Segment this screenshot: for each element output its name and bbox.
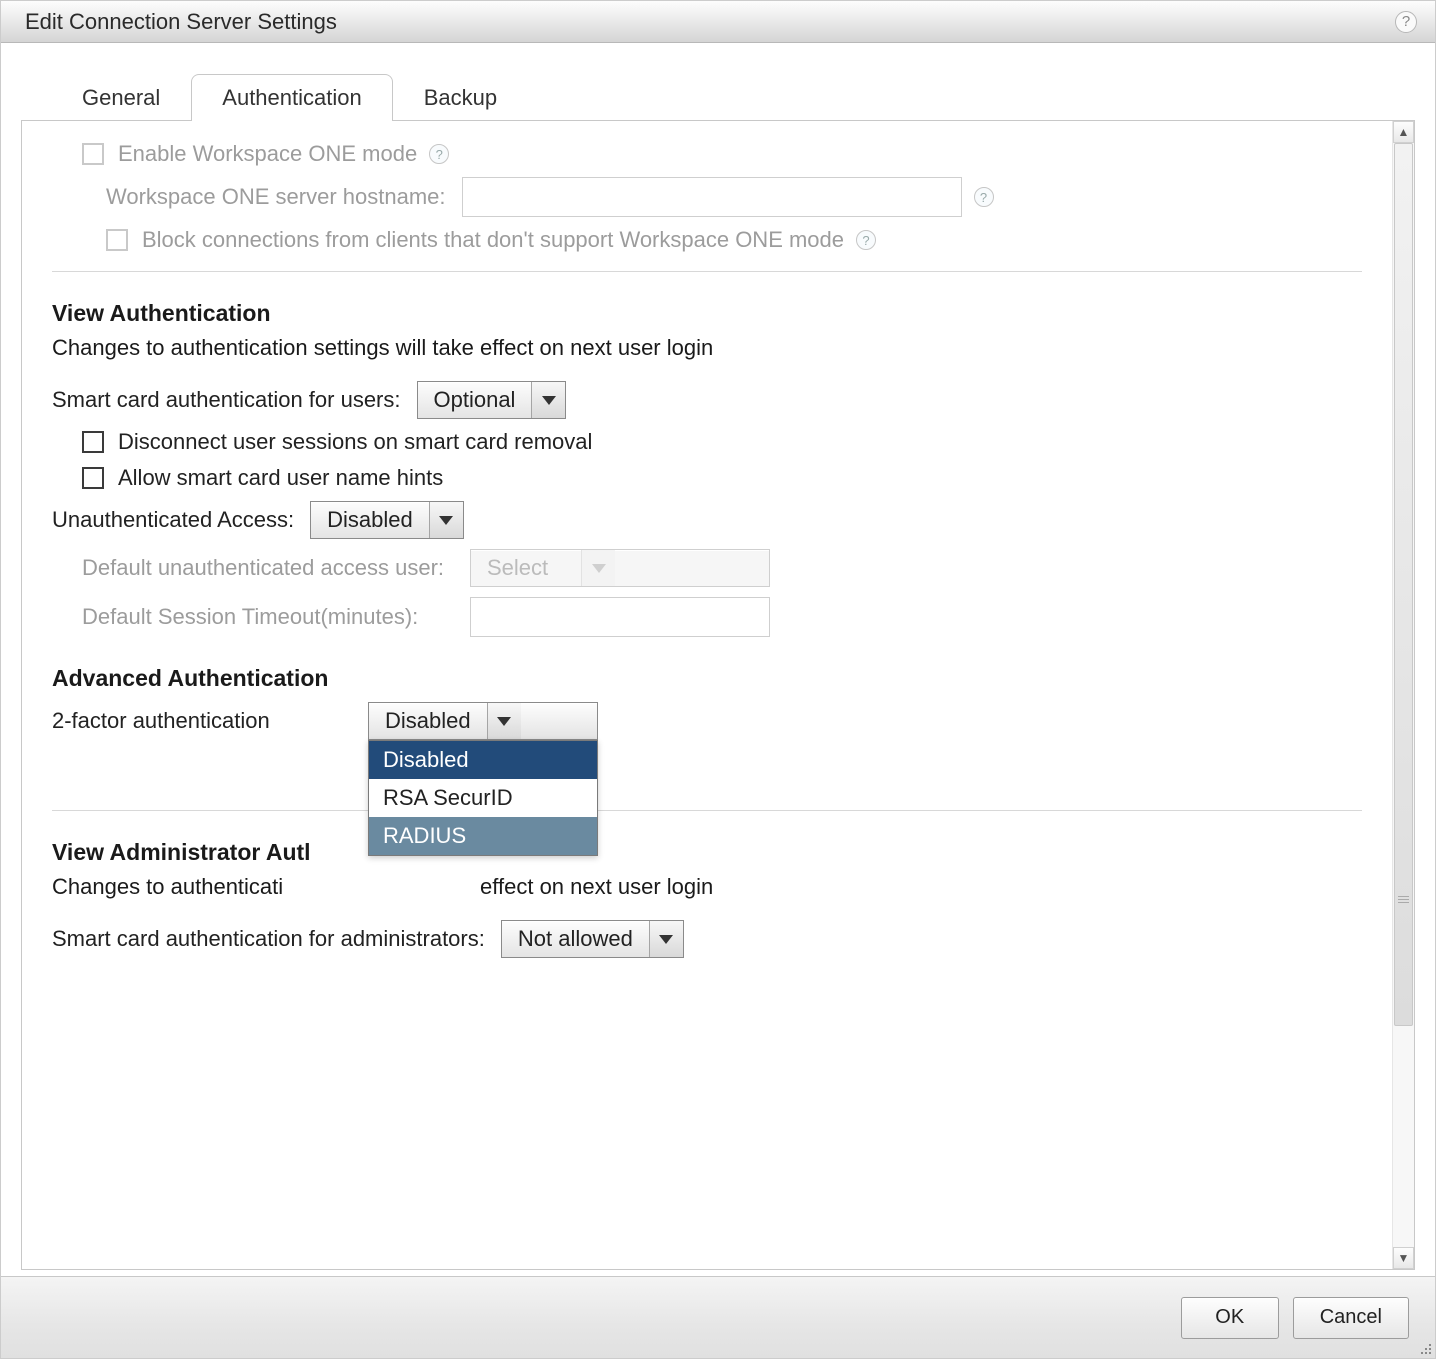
default-unauth-user-value: Select — [471, 550, 581, 586]
smartcard-admins-label: Smart card authentication for administra… — [52, 926, 485, 952]
block-unsupported-clients-label: Block connections from clients that don'… — [142, 227, 844, 253]
chevron-down-icon — [649, 921, 683, 957]
two-factor-auth-dropdown: Disabled RSA SecurID RADIUS — [368, 740, 598, 856]
tab-strip: General Authentication Backup — [1, 43, 1435, 120]
titlebar: Edit Connection Server Settings ? — [1, 1, 1435, 43]
cancel-button[interactable]: Cancel — [1293, 1297, 1409, 1339]
workspace-one-hostname-input — [462, 177, 962, 217]
unauthenticated-access-details: Default unauthenticated access user: Sel… — [52, 549, 1362, 637]
unauthenticated-access-select[interactable]: Disabled — [310, 501, 464, 539]
two-factor-auth-select[interactable]: Disabled — [368, 702, 598, 740]
chevron-down-icon — [531, 382, 565, 418]
view-authentication-heading: View Authentication — [52, 300, 1362, 327]
default-unauth-user-label: Default unauthenticated access user: — [82, 555, 462, 581]
ok-button[interactable]: OK — [1181, 1297, 1279, 1339]
help-icon[interactable]: ? — [974, 187, 994, 207]
resize-grip-icon[interactable] — [1417, 1340, 1433, 1356]
panel-frame: Enable Workspace ONE mode ? Workspace ON… — [21, 120, 1415, 1270]
view-administrator-auth-heading-visible: View Administrator Autl — [52, 839, 311, 865]
two-factor-option-radius[interactable]: RADIUS — [369, 817, 597, 855]
dialog-footer: OK Cancel — [1, 1276, 1435, 1358]
checkbox-icon — [106, 229, 128, 251]
help-icon[interactable]: ? — [1395, 11, 1417, 33]
admin-subtitle-left: Changes to authenticati — [52, 874, 283, 899]
view-authentication-subtitle: Changes to authentication settings will … — [52, 335, 1362, 361]
smartcard-admins-select[interactable]: Not allowed — [501, 920, 684, 958]
divider — [52, 271, 1362, 272]
smartcard-username-hints-label: Allow smart card user name hints — [118, 465, 443, 491]
smartcard-admins-value: Not allowed — [502, 921, 649, 957]
block-unsupported-clients-checkbox: Block connections from clients that don'… — [106, 227, 844, 253]
smartcard-username-hints-checkbox[interactable]: Allow smart card user name hints — [82, 465, 443, 491]
enable-workspace-one-label: Enable Workspace ONE mode — [118, 141, 417, 167]
vertical-scrollbar[interactable]: ▲ ▼ — [1392, 121, 1414, 1269]
tab-general[interactable]: General — [51, 74, 191, 121]
help-icon[interactable]: ? — [856, 230, 876, 250]
window-title: Edit Connection Server Settings — [25, 9, 337, 35]
unauthenticated-access-label: Unauthenticated Access: — [52, 507, 294, 533]
advanced-authentication-heading: Advanced Authentication — [52, 665, 1362, 692]
two-factor-auth-area: Disabled Disabled RSA SecurID RADIUS — [368, 702, 598, 740]
smartcard-users-value: Optional — [418, 382, 532, 418]
default-session-timeout-input — [470, 597, 770, 637]
two-factor-option-disabled[interactable]: Disabled — [369, 741, 597, 779]
enable-workspace-one-checkbox: Enable Workspace ONE mode — [82, 141, 417, 167]
two-factor-option-rsa-securid[interactable]: RSA SecurID — [369, 779, 597, 817]
disconnect-on-card-removal-label: Disconnect user sessions on smart card r… — [118, 429, 592, 455]
admin-subtitle-right: effect on next user login — [474, 874, 713, 899]
two-factor-auth-label: 2-factor authentication — [52, 708, 352, 734]
checkbox-icon — [82, 467, 104, 489]
scroll-down-arrow-icon[interactable]: ▼ — [1393, 1247, 1414, 1269]
workspace-one-section: Enable Workspace ONE mode ? Workspace ON… — [52, 141, 1362, 253]
chevron-down-icon — [487, 703, 521, 739]
scroll-up-arrow-icon[interactable]: ▲ — [1393, 121, 1414, 143]
tab-authentication[interactable]: Authentication — [191, 74, 392, 121]
authentication-panel: Enable Workspace ONE mode ? Workspace ON… — [22, 121, 1392, 1269]
default-unauth-user-select: Select — [470, 549, 770, 587]
chevron-down-icon — [429, 502, 463, 538]
divider — [52, 810, 1362, 811]
smartcard-users-select[interactable]: Optional — [417, 381, 567, 419]
chevron-down-icon — [581, 550, 615, 586]
unauthenticated-access-value: Disabled — [311, 502, 429, 538]
workspace-one-hostname-label: Workspace ONE server hostname: — [106, 184, 446, 210]
content-area: General Authentication Backup Enable Wor… — [1, 43, 1435, 1276]
smartcard-users-label: Smart card authentication for users: — [52, 387, 401, 413]
checkbox-icon — [82, 431, 104, 453]
view-administrator-auth-heading: View Administrator Autl — [52, 839, 1362, 866]
checkbox-icon — [82, 143, 104, 165]
scroll-grip-icon — [1394, 894, 1413, 906]
disconnect-on-card-removal-checkbox[interactable]: Disconnect user sessions on smart card r… — [82, 429, 592, 455]
scroll-track[interactable] — [1393, 143, 1414, 1247]
two-factor-auth-value: Disabled — [369, 703, 487, 739]
help-icon[interactable]: ? — [429, 144, 449, 164]
default-session-timeout-label: Default Session Timeout(minutes): — [82, 604, 462, 630]
view-administrator-auth-subtitle: Changes to authentication settings will … — [52, 874, 1362, 900]
tab-backup[interactable]: Backup — [393, 74, 528, 121]
edit-connection-server-settings-dialog: Edit Connection Server Settings ? Genera… — [0, 0, 1436, 1359]
